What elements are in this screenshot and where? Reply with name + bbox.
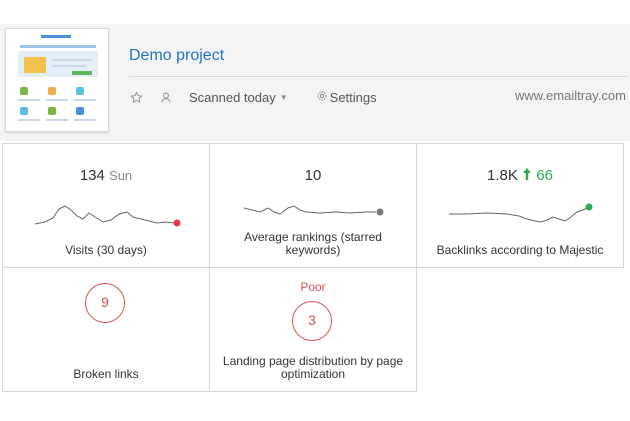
gear-icon[interactable] [316, 90, 328, 105]
backlinks-sparkline [449, 203, 593, 223]
rankings-end-dot [376, 208, 384, 216]
star-icon[interactable] [129, 90, 143, 104]
chevron-down-icon[interactable]: ▼ [280, 93, 288, 102]
user-icon[interactable] [159, 90, 173, 104]
visits-label: Visits (30 days) [65, 243, 147, 257]
backlinks-metric: 1.8K 66 [417, 167, 623, 184]
broken-links-count: 9 [85, 283, 125, 323]
rankings-sparkline [243, 205, 384, 216]
backlinks-end-dot [585, 203, 593, 211]
site-thumbnail[interactable] [5, 28, 109, 132]
arrow-up-icon [523, 168, 532, 180]
project-header: Demo project Scanned today ▼ Settings ww… [0, 24, 630, 141]
backlinks-card[interactable]: 1.8K 66 Backlinks according to Majestic [416, 143, 624, 268]
project-title[interactable]: Demo project [129, 47, 224, 65]
rankings-value: 10 [304, 167, 322, 184]
landing-label: Landing page distribution by page optimi… [222, 354, 404, 381]
visits-end-dot [173, 219, 181, 227]
settings-link[interactable]: Settings [330, 90, 377, 105]
site-url[interactable]: www.emailtray.com [515, 88, 626, 103]
visits-metric: 134 Sun [3, 167, 209, 184]
scanned-dropdown[interactable]: Scanned today [189, 90, 276, 105]
backlinks-label: Backlinks according to Majestic [436, 243, 604, 257]
project-toolbar: Scanned today ▼ Settings [129, 88, 377, 106]
rankings-label: Average rankings (starred keywords) [244, 230, 382, 257]
header-divider [129, 76, 627, 77]
landing-status: Poor [300, 280, 326, 294]
backlinks-delta: 66 [536, 167, 553, 184]
backlinks-value: 1.8K [487, 167, 518, 184]
broken-links-label: Broken links [73, 367, 139, 381]
visits-value: 134 [79, 167, 105, 184]
broken-links-card[interactable]: 9 Broken links [2, 267, 210, 392]
visits-card[interactable]: 134 Sun Visits (30 days) [2, 143, 210, 268]
rankings-card[interactable]: 10 Average rankings (starred keywords) [209, 143, 417, 268]
landing-page-card[interactable]: Poor 3 Landing page distribution by page… [209, 267, 417, 392]
visits-suffix: Sun [109, 168, 133, 183]
visits-sparkline [34, 205, 181, 227]
landing-score: 3 [292, 301, 332, 341]
